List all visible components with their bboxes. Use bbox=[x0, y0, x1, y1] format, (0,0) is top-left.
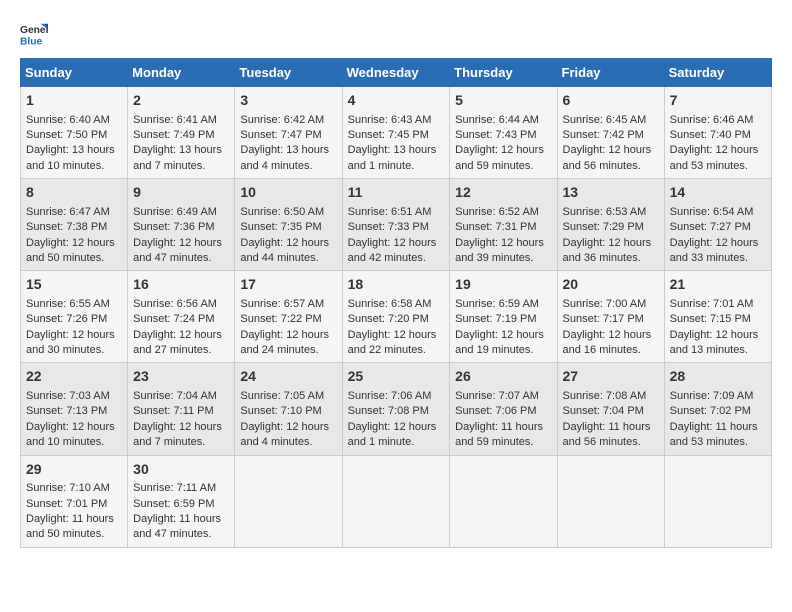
table-row: 12Sunrise: 6:52 AMSunset: 7:31 PMDayligh… bbox=[450, 179, 557, 271]
table-row: 2Sunrise: 6:41 AMSunset: 7:49 PMDaylight… bbox=[128, 87, 235, 179]
svg-text:General: General bbox=[20, 25, 48, 36]
logo: General Blue bbox=[20, 20, 52, 48]
col-header-sunday: Sunday bbox=[21, 59, 128, 87]
col-header-saturday: Saturday bbox=[664, 59, 771, 87]
table-row: 13Sunrise: 6:53 AMSunset: 7:29 PMDayligh… bbox=[557, 179, 664, 271]
col-header-wednesday: Wednesday bbox=[342, 59, 450, 87]
table-row: 28Sunrise: 7:09 AMSunset: 7:02 PMDayligh… bbox=[664, 363, 771, 455]
table-row: 5Sunrise: 6:44 AMSunset: 7:43 PMDaylight… bbox=[450, 87, 557, 179]
table-row: 22Sunrise: 7:03 AMSunset: 7:13 PMDayligh… bbox=[21, 363, 128, 455]
table-row: 4Sunrise: 6:43 AMSunset: 7:45 PMDaylight… bbox=[342, 87, 450, 179]
table-row bbox=[557, 455, 664, 547]
table-row: 15Sunrise: 6:55 AMSunset: 7:26 PMDayligh… bbox=[21, 271, 128, 363]
col-header-monday: Monday bbox=[128, 59, 235, 87]
table-row: 24Sunrise: 7:05 AMSunset: 7:10 PMDayligh… bbox=[235, 363, 342, 455]
table-row: 3Sunrise: 6:42 AMSunset: 7:47 PMDaylight… bbox=[235, 87, 342, 179]
table-row: 30Sunrise: 7:11 AMSunset: 6:59 PMDayligh… bbox=[128, 455, 235, 547]
table-row: 29Sunrise: 7:10 AMSunset: 7:01 PMDayligh… bbox=[21, 455, 128, 547]
table-row: 18Sunrise: 6:58 AMSunset: 7:20 PMDayligh… bbox=[342, 271, 450, 363]
table-row: 23Sunrise: 7:04 AMSunset: 7:11 PMDayligh… bbox=[128, 363, 235, 455]
table-row: 10Sunrise: 6:50 AMSunset: 7:35 PMDayligh… bbox=[235, 179, 342, 271]
table-row: 16Sunrise: 6:56 AMSunset: 7:24 PMDayligh… bbox=[128, 271, 235, 363]
table-row: 21Sunrise: 7:01 AMSunset: 7:15 PMDayligh… bbox=[664, 271, 771, 363]
table-row: 9Sunrise: 6:49 AMSunset: 7:36 PMDaylight… bbox=[128, 179, 235, 271]
table-row: 6Sunrise: 6:45 AMSunset: 7:42 PMDaylight… bbox=[557, 87, 664, 179]
table-row: 7Sunrise: 6:46 AMSunset: 7:40 PMDaylight… bbox=[664, 87, 771, 179]
table-row: 14Sunrise: 6:54 AMSunset: 7:27 PMDayligh… bbox=[664, 179, 771, 271]
table-row: 25Sunrise: 7:06 AMSunset: 7:08 PMDayligh… bbox=[342, 363, 450, 455]
table-row: 27Sunrise: 7:08 AMSunset: 7:04 PMDayligh… bbox=[557, 363, 664, 455]
col-header-friday: Friday bbox=[557, 59, 664, 87]
table-row: 8Sunrise: 6:47 AMSunset: 7:38 PMDaylight… bbox=[21, 179, 128, 271]
col-header-thursday: Thursday bbox=[450, 59, 557, 87]
table-row: 11Sunrise: 6:51 AMSunset: 7:33 PMDayligh… bbox=[342, 179, 450, 271]
table-row: 17Sunrise: 6:57 AMSunset: 7:22 PMDayligh… bbox=[235, 271, 342, 363]
calendar-table: SundayMondayTuesdayWednesdayThursdayFrid… bbox=[20, 58, 772, 548]
table-row: 26Sunrise: 7:07 AMSunset: 7:06 PMDayligh… bbox=[450, 363, 557, 455]
table-row bbox=[664, 455, 771, 547]
col-header-tuesday: Tuesday bbox=[235, 59, 342, 87]
table-row bbox=[235, 455, 342, 547]
table-row: 19Sunrise: 6:59 AMSunset: 7:19 PMDayligh… bbox=[450, 271, 557, 363]
table-row: 20Sunrise: 7:00 AMSunset: 7:17 PMDayligh… bbox=[557, 271, 664, 363]
table-row bbox=[342, 455, 450, 547]
table-row: 1Sunrise: 6:40 AMSunset: 7:50 PMDaylight… bbox=[21, 87, 128, 179]
table-row bbox=[450, 455, 557, 547]
svg-text:Blue: Blue bbox=[20, 36, 43, 47]
logo-icon: General Blue bbox=[20, 20, 48, 48]
